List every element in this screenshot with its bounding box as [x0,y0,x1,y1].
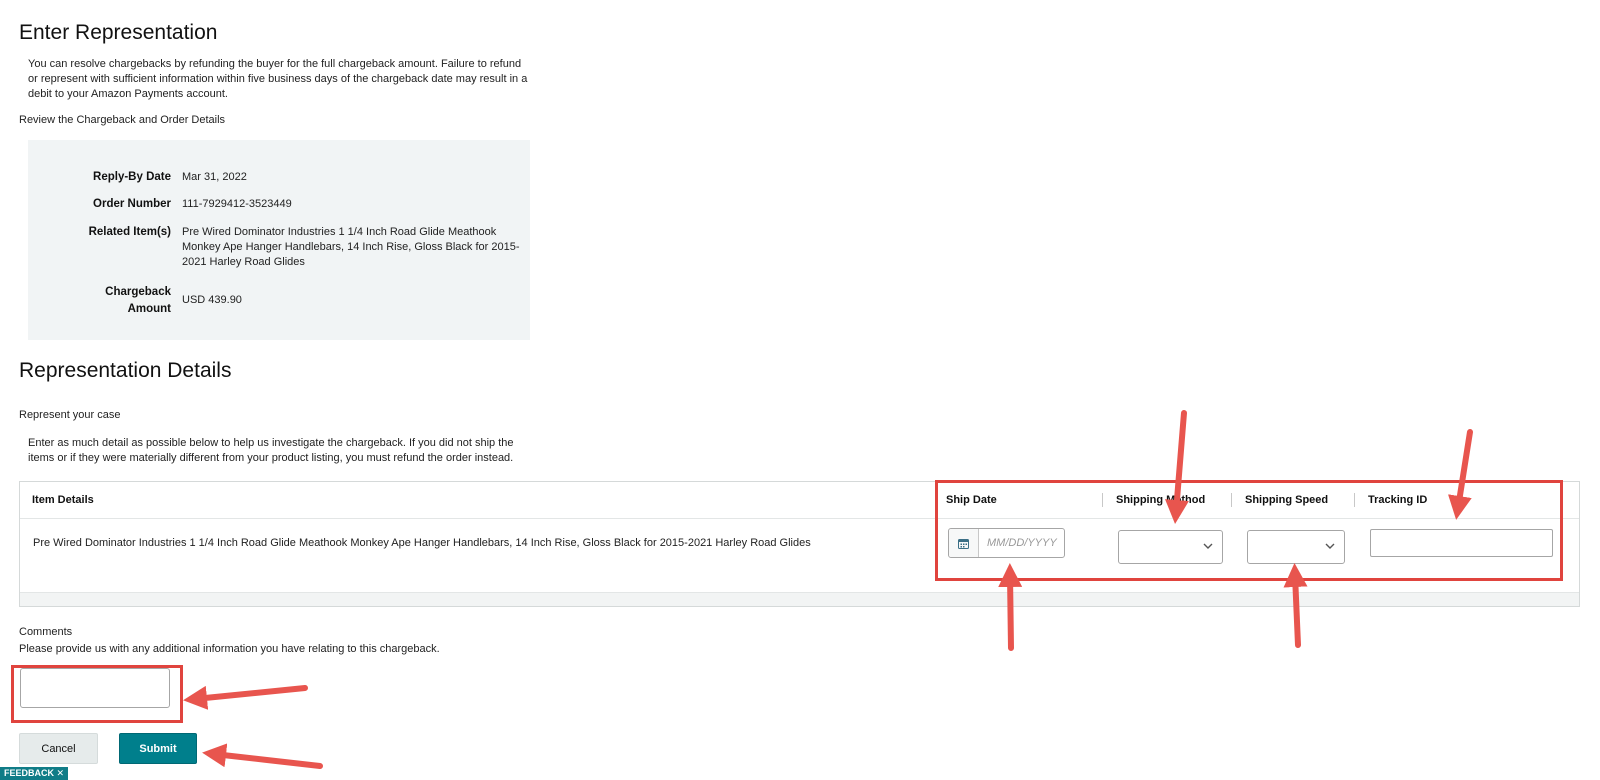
review-label: Review the Chargeback and Order Details [19,114,226,126]
annotation-arrows [183,410,1473,769]
order-number-value: 111-7929412-3523449 [182,198,292,210]
chargeback-amount-label: Chargeback Amount [38,284,171,318]
feedback-tab[interactable]: FEEDBACK ✕ [0,767,69,780]
table-footer [20,592,1579,606]
chargeback-amount-label-line1: Chargeback [105,286,171,298]
reply-by-value: Mar 31, 2022 [182,171,247,183]
chargeback-amount-label-line2: Amount [127,303,171,315]
page-title: Enter Representation [19,21,218,44]
order-number-label: Order Number [93,198,171,210]
annotation-arrow [183,685,308,710]
highlight-box-shipping-fields [935,480,1563,581]
submit-button[interactable]: Submit [119,733,197,764]
represent-label: Represent your case [19,409,121,421]
annotation-arrow [202,743,323,769]
comments-textarea[interactable] [20,668,170,708]
chargeback-amount-value: USD 439.90 [182,294,242,306]
section-title: Representation Details [19,359,232,382]
cancel-button[interactable]: Cancel [19,733,98,764]
related-items-label: Related Item(s) [88,226,171,238]
comments-label: Comments [19,626,73,638]
header-item-details: Item Details [32,494,94,506]
item-name: Pre Wired Dominator Industries 1 1/4 Inc… [33,537,811,549]
enter-detail-text: Enter as much detail as possible below t… [28,437,514,464]
comments-help-text: Please provide us with any additional in… [19,643,440,655]
chargeback-details-panel: Reply-By Date Mar 31, 2022 Order Number … [28,140,530,340]
related-items-value: Pre Wired Dominator Industries 1 1/4 Inc… [182,226,520,268]
reply-by-label: Reply-By Date [93,171,171,183]
intro-text: You can resolve chargebacks by refunding… [28,58,528,100]
